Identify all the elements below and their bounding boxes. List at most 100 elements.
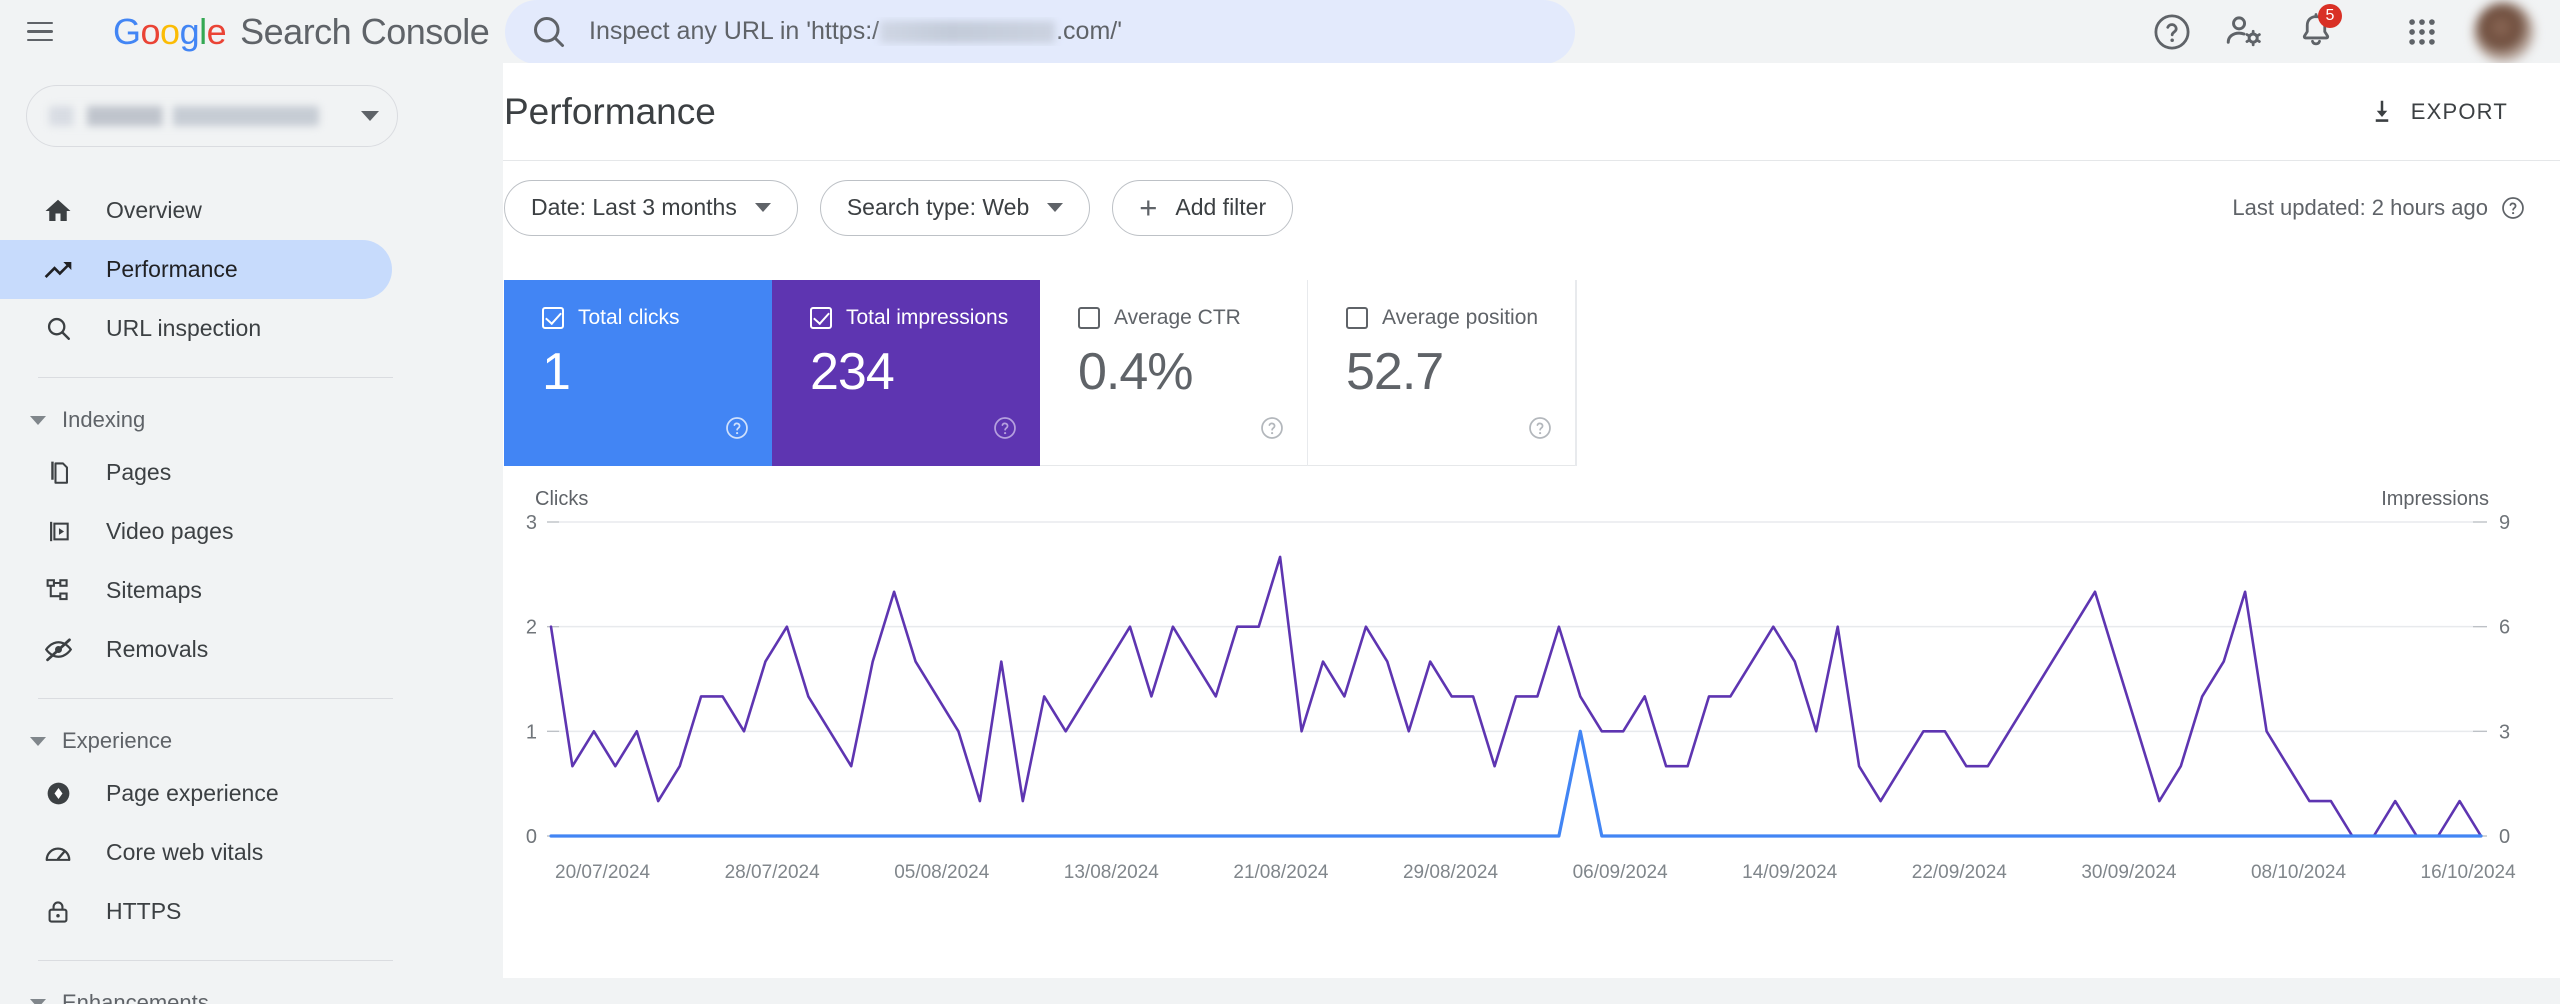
sidebar-item-label: Pages <box>106 459 172 485</box>
sidebar-item-https[interactable]: HTTPS <box>0 882 392 941</box>
notification-bell-icon[interactable]: 5 <box>2280 0 2352 68</box>
chart-line-impressions <box>549 555 2483 838</box>
sidebar-item-label: HTTPS <box>106 898 182 924</box>
y-axis-right-tick-label: 6 <box>2499 617 2510 639</box>
metric-label: Total clicks <box>578 306 680 329</box>
sidebar-item-url-inspection[interactable]: URL inspection <box>0 299 392 358</box>
help-circle-icon[interactable] <box>724 415 750 446</box>
url-inspection-search: Inspect any URL in 'https:/ .com/' <box>505 0 1575 64</box>
help-circle-icon[interactable] <box>2136 0 2208 68</box>
property-name-redacted <box>49 106 319 126</box>
checkbox-total-impressions[interactable] <box>810 307 832 329</box>
metric-card-total-impressions[interactable]: Total impressions 234 <box>772 280 1040 466</box>
x-axis-tick-label: 14/09/2024 <box>1742 862 1838 883</box>
sidebar-item-label: Sitemaps <box>106 577 202 603</box>
avatar[interactable] <box>2474 1 2534 62</box>
sidebar-group-experience[interactable]: Experience <box>0 718 503 764</box>
sidebar: Overview Performance URL inspection Inde… <box>0 63 503 1004</box>
apps-grid-glyph <box>2409 18 2435 45</box>
checkbox-total-clicks[interactable] <box>542 307 564 329</box>
sidebar-group-enhancements[interactable]: Enhancements <box>0 980 503 1004</box>
y-axis-right-title: Impressions <box>2381 488 2489 510</box>
lock-icon <box>38 898 78 926</box>
hamburger-menu-icon[interactable] <box>20 12 60 52</box>
sidebar-item-core-web-vitals[interactable]: Core web vitals <box>0 823 392 882</box>
google-search-console-logo[interactable]: Google Search Console <box>113 10 490 53</box>
sidebar-item-overview[interactable]: Overview <box>0 181 392 240</box>
filter-bar: Date: Last 3 months Search type: Web + A… <box>503 161 2560 254</box>
sidebar-item-video-pages[interactable]: Video pages <box>0 502 392 561</box>
sidebar-item-performance[interactable]: Performance <box>0 240 392 299</box>
metric-card-header: Average CTR <box>1078 306 1307 330</box>
chevron-down-icon <box>1047 203 1064 212</box>
metric-cards-filler <box>1576 280 2526 466</box>
sidebar-item-removals[interactable]: Removals <box>0 620 392 679</box>
help-circle-glyph <box>2154 14 2190 49</box>
property-selector[interactable] <box>26 85 398 147</box>
help-circle-icon[interactable] <box>992 415 1018 446</box>
x-axis-tick-label: 30/09/2024 <box>2081 862 2177 883</box>
metric-card-average-position[interactable]: Average position 52.7 <box>1308 280 1576 466</box>
sidebar-item-pages[interactable]: Pages <box>0 443 392 502</box>
sidebar-group-label: Indexing <box>62 407 146 432</box>
checkbox-average-ctr[interactable] <box>1078 307 1100 329</box>
export-button[interactable]: EXPORT <box>2349 85 2526 139</box>
x-axis-tick-label: 06/09/2024 <box>1573 862 1669 883</box>
bottom-strip <box>503 978 2560 1004</box>
help-circle-icon[interactable] <box>1527 415 1553 446</box>
y-axis-right-tick-label: 0 <box>2499 826 2510 848</box>
x-axis-tick-label: 29/08/2024 <box>1403 862 1499 883</box>
y-axis-right-tick-label: 3 <box>2499 721 2510 743</box>
product-name: Search Console <box>240 10 490 52</box>
sidebar-item-page-experience[interactable]: Page experience <box>0 764 392 823</box>
last-updated-text: Last updated: 2 hours ago <box>2232 194 2488 220</box>
x-axis-tick-label: 08/10/2024 <box>2251 862 2347 883</box>
search-type-filter-chip[interactable]: Search type: Web <box>819 179 1091 236</box>
sidebar-item-sitemaps[interactable]: Sitemaps <box>0 561 392 620</box>
chevron-down-icon <box>30 998 46 1004</box>
page-header: Performance EXPORT <box>503 63 2560 160</box>
help-circle-icon[interactable] <box>1259 415 1285 446</box>
redacted-domain <box>880 20 1056 43</box>
metric-card-header: Average position <box>1346 306 1575 330</box>
divider <box>38 960 393 961</box>
search-icon <box>38 314 78 343</box>
eye-off-icon <box>38 634 78 665</box>
metric-card-header: Total impressions <box>810 306 1040 330</box>
logo-letter-o1: o <box>140 10 161 52</box>
add-filter-chip[interactable]: + Add filter <box>1112 179 1294 236</box>
checkbox-average-position[interactable] <box>1346 307 1368 329</box>
metric-card-header: Total clicks <box>542 306 772 330</box>
logo-letter-o2: o <box>160 10 180 52</box>
metric-value: 52.7 <box>1346 343 1444 401</box>
x-axis-tick-label: 05/08/2024 <box>894 862 990 883</box>
metric-card-average-ctr[interactable]: Average CTR 0.4% <box>1040 280 1308 466</box>
home-icon <box>38 196 78 226</box>
search-placeholder: Inspect any URL in 'https:/ .com/' <box>589 17 1122 46</box>
video-pages-icon <box>38 517 78 546</box>
user-settings-icon[interactable] <box>2208 0 2280 68</box>
sidebar-item-label: Performance <box>106 256 238 282</box>
logo-letter-e: e <box>206 10 227 52</box>
performance-chart: Clicks Impressions 0 1 2 3 0 3 6 9 20/07/2024 28/… <box>503 488 2525 908</box>
y-axis-left-tick-label: 3 <box>526 512 537 534</box>
apps-grid-icon[interactable] <box>2386 0 2458 68</box>
export-label: EXPORT <box>2410 98 2508 124</box>
metric-label: Average position <box>1382 306 1539 329</box>
date-filter-chip[interactable]: Date: Last 3 months <box>504 179 798 236</box>
help-circle-icon[interactable] <box>2500 195 2526 221</box>
x-axis-tick-label: 20/07/2024 <box>555 862 651 883</box>
y-axis-left-tick-label: 0 <box>526 826 537 848</box>
chevron-down-icon <box>30 415 46 425</box>
sidebar-group-indexing[interactable]: Indexing <box>0 397 503 443</box>
y-axis-left-tick-label: 2 <box>526 617 537 639</box>
sidebar-item-label: Overview <box>106 197 202 223</box>
chevron-down-icon <box>754 203 771 212</box>
y-axis-left-title: Clicks <box>535 488 589 510</box>
main-content: Performance EXPORT Date: Last 3 months S… <box>503 63 2560 1004</box>
metric-card-total-clicks[interactable]: Total clicks 1 <box>504 280 772 466</box>
x-axis-tick-label: 21/08/2024 <box>1233 862 1329 883</box>
search-input[interactable]: Inspect any URL in 'https:/ .com/' <box>505 0 1575 64</box>
chart-svg[interactable]: 0 1 2 3 0 3 6 9 20/07/2024 28/07/2024 05/08/2024 13… <box>503 510 2525 908</box>
y-axis-right-tick-label: 9 <box>2499 512 2510 534</box>
